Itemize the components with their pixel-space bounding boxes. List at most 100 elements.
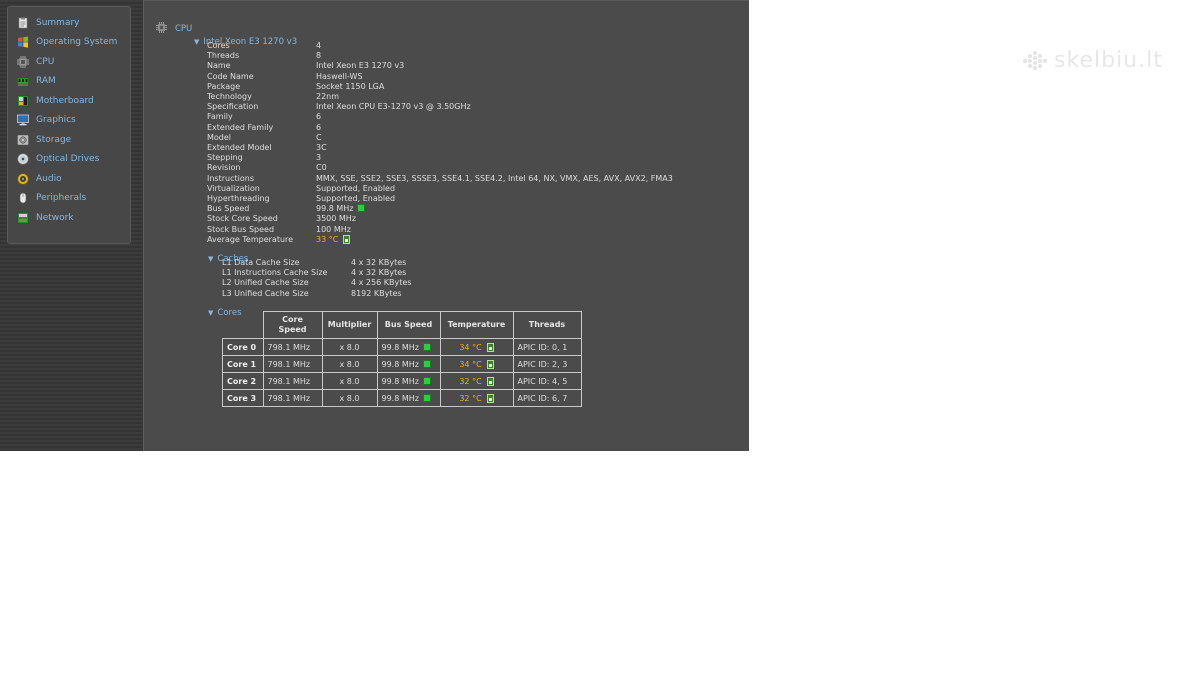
table-header-temperature: Temperature: [439, 311, 514, 339]
status-indicator-icon: [422, 359, 431, 368]
threads-cell-text: APIC ID: 2, 3: [517, 359, 568, 369]
sidebar-item-summary[interactable]: Summary: [17, 15, 80, 31]
watermark-text: skelbiu.lt: [1054, 48, 1163, 73]
cache-value: 4 x 256 KBytes: [351, 278, 412, 288]
multiplier-cell: x 8.0: [321, 389, 378, 407]
sidebar-item-label: Network: [36, 213, 74, 223]
sidebar-item-audio[interactable]: Audio: [17, 171, 62, 187]
temperature-cell: 32 °C: [439, 372, 514, 390]
property-value: 4: [316, 41, 322, 50]
property-value: Intel Xeon E3 1270 v3: [316, 61, 405, 71]
multiplier-cell: x 8.0: [321, 338, 378, 356]
core-label-cell: Core 2: [222, 372, 264, 390]
property-value: 6: [316, 112, 322, 122]
status-indicator-icon: [422, 393, 431, 402]
thermometer-icon: [486, 376, 494, 386]
property-value: Socket 1150 LGA: [316, 81, 385, 91]
sidebar-item-graphics[interactable]: Graphics: [17, 112, 76, 128]
property-label: Extended Family: [207, 122, 274, 132]
table-header-row: Core Speed Multiplier Bus Speed Temperat…: [223, 311, 582, 339]
status-indicator-icon: [422, 342, 431, 351]
table-header-core-speed: Core Speed: [262, 311, 323, 339]
table-header-bus-speed: Bus Speed: [376, 311, 441, 339]
core-speed-cell: 798.1 MHz: [262, 372, 323, 390]
optical-disc-icon: [17, 153, 29, 165]
property-label: Threads: [207, 51, 240, 61]
sidebar-item-ram[interactable]: RAM: [17, 73, 56, 89]
sidebar-item-label: Operating System: [36, 37, 118, 47]
temperature-cell: 34 °C: [439, 338, 514, 356]
sidebar-item-motherboard[interactable]: Motherboard: [17, 93, 94, 109]
table-row: Core 3 798.1 MHz x 8.0 99.8 MHz 32 °C APIC ID…: [222, 389, 582, 407]
bus-speed-cell: 99.8 MHz: [376, 372, 441, 390]
property-value-row: Socket 1150 LGA: [316, 82, 384, 92]
property-label: Stock Core Speed: [207, 214, 278, 224]
table-row: Core 2 798.1 MHz x 8.0 99.8 MHz 32 °C APIC ID…: [222, 372, 582, 390]
cache-value: 4 x 32 KBytes: [351, 268, 407, 278]
multiplier-cell: x 8.0: [321, 372, 378, 390]
property-label: Model: [207, 132, 232, 142]
table-header-multiplier: Multiplier: [321, 311, 378, 339]
property-value-row: 8: [316, 51, 321, 61]
property-label: Family: [207, 112, 233, 122]
speaker-icon: [17, 173, 29, 185]
bus-speed-cell-text: 99.8 MHz: [381, 342, 419, 352]
property-value: 3: [316, 153, 322, 163]
property-value: 99.8 MHz: [316, 204, 354, 214]
property-value: Supported, Enabled: [316, 183, 396, 193]
property-value-row: 3: [316, 153, 321, 163]
property-value-row: Supported, Enabled: [316, 184, 395, 194]
sidebar-nav: Summary Operating System CPU RAM Motherb…: [7, 6, 131, 244]
sidebar-item-peripherals[interactable]: Peripherals: [17, 190, 86, 206]
property-value-row: 4: [316, 41, 321, 51]
core-label-cell-text: Core 0: [227, 342, 257, 352]
multiplier-cell-text: x 8.0: [339, 393, 360, 403]
property-value-row: 100 MHz: [316, 225, 351, 235]
cpu-icon: [156, 22, 167, 33]
cores-table-body: Core 0 798.1 MHz x 8.0 99.8 MHz 34 °C APIC ID…: [222, 338, 582, 407]
property-value: 3500 MHz: [316, 214, 357, 224]
property-label: Package: [207, 81, 241, 91]
property-value: C: [316, 132, 322, 142]
multiplier-cell-text: x 8.0: [339, 359, 360, 369]
sidebar-item-optical-drives[interactable]: Optical Drives: [17, 151, 99, 167]
core-speed-cell-text: 798.1 MHz: [267, 393, 311, 403]
core-label-cell-text: Core 2: [227, 376, 257, 386]
table-row: Core 0 798.1 MHz x 8.0 99.8 MHz 34 °C APIC ID…: [222, 338, 582, 356]
property-value: Supported, Enabled: [316, 194, 396, 203]
network-icon: [17, 212, 29, 224]
sidebar-item-network[interactable]: Network: [17, 210, 74, 226]
property-label: Stock Bus Speed: [207, 224, 275, 234]
property-value: C0: [316, 163, 327, 173]
temperature-cell: 32 °C: [439, 389, 514, 407]
cache-label: L1 Instructions Cache Size: [222, 268, 328, 278]
property-label: Cores: [207, 41, 230, 50]
property-value-row: C: [316, 133, 322, 143]
mouse-icon: [17, 192, 29, 204]
threads-cell: APIC ID: 2, 3: [512, 355, 582, 373]
property-value-row: 22nm: [316, 92, 339, 102]
thermometer-icon: [343, 234, 351, 244]
thermometer-icon: [486, 393, 494, 403]
summary-icon: [17, 17, 29, 29]
sidebar-item-storage[interactable]: Storage: [17, 132, 71, 148]
sidebar-item-operating-system[interactable]: Operating System: [17, 34, 117, 50]
sidebar-item-cpu[interactable]: CPU: [17, 54, 54, 70]
property-value-row: C0: [316, 163, 327, 173]
sidebar: Summary Operating System CPU RAM Motherb…: [0, 0, 143, 451]
property-value-row: Haswell-WS: [316, 72, 363, 82]
property-label: Average Temperature: [207, 234, 294, 244]
status-indicator-icon: [357, 204, 366, 213]
property-value-row: 6: [316, 123, 321, 133]
table-header-threads: Threads: [512, 311, 582, 339]
collapse-triangle-icon: ▼: [208, 309, 214, 317]
bus-speed-cell: 99.8 MHz: [376, 338, 441, 356]
app-window: Summary Operating System CPU RAM Motherb…: [0, 0, 749, 451]
watermark-dots-icon: [1023, 50, 1047, 70]
property-label: Technology: [207, 92, 252, 101]
bus-speed-cell: 99.8 MHz: [376, 389, 441, 407]
bus-speed-cell-text: 99.8 MHz: [381, 393, 419, 403]
property-value: 8: [316, 51, 322, 61]
cache-label: L1 Data Cache Size: [222, 258, 300, 267]
core-speed-cell: 798.1 MHz: [262, 389, 323, 407]
